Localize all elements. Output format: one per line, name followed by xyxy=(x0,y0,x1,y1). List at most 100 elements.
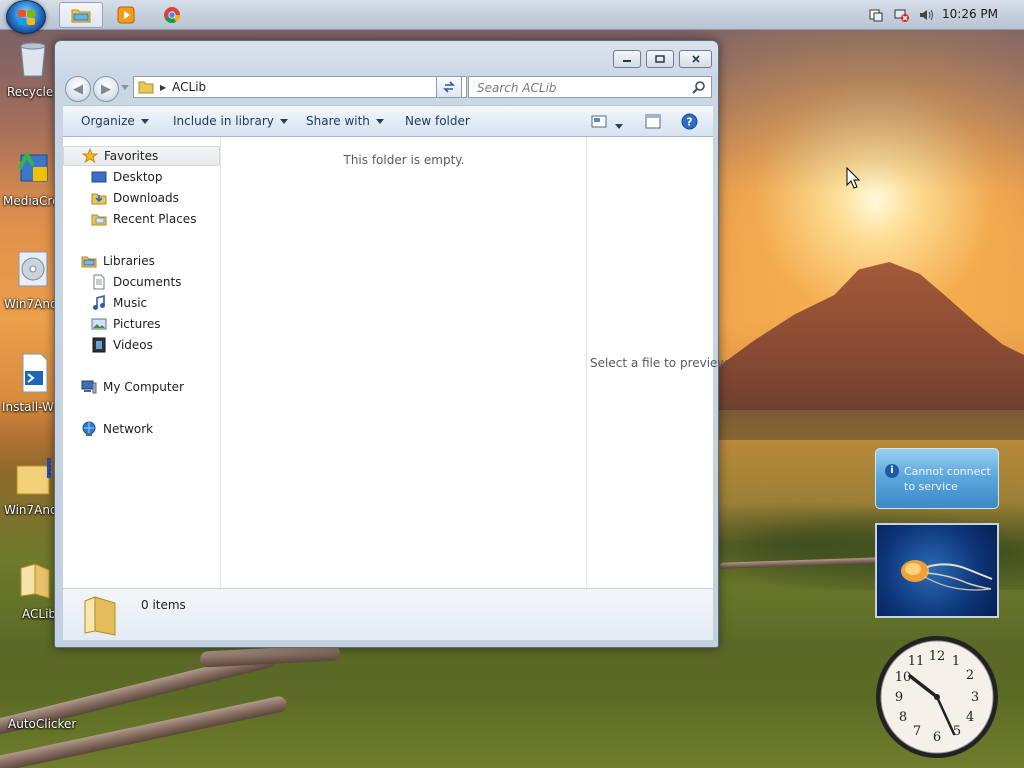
nav-videos[interactable]: Videos xyxy=(63,335,220,355)
network-error-icon[interactable] xyxy=(894,7,910,23)
share-with-label: Share with xyxy=(306,114,370,128)
preview-pane-toggle[interactable] xyxy=(645,114,661,132)
downloads-icon xyxy=(91,193,107,205)
volume-icon[interactable] xyxy=(918,7,934,23)
nav-my-computer-label: My Computer xyxy=(103,380,184,394)
forward-button[interactable]: ▶ xyxy=(93,76,119,102)
clock-number: 8 xyxy=(899,710,907,725)
folder-icon xyxy=(84,596,116,636)
taskbar-clock[interactable]: 10:26 PM xyxy=(942,7,998,21)
nav-libraries-label: Libraries xyxy=(103,254,155,268)
organize-button[interactable]: Organize xyxy=(81,114,149,128)
feed-gadget[interactable]: i Cannot connect to service xyxy=(875,448,999,509)
slideshow-gadget[interactable] xyxy=(875,523,999,618)
nav-recent-places-label: Recent Places xyxy=(113,212,197,226)
chevron-down-icon xyxy=(615,124,623,129)
back-arrow-icon: ◀ xyxy=(73,81,83,97)
close-icon xyxy=(691,55,700,63)
windows-flag-icon xyxy=(18,10,36,26)
recent-pages-dropdown[interactable] xyxy=(121,85,129,90)
nav-pictures[interactable]: Pictures xyxy=(63,314,220,334)
share-with-button[interactable]: Share with xyxy=(306,114,384,128)
pictures-icon xyxy=(91,318,107,330)
taskbar-media-player-button[interactable] xyxy=(104,2,148,28)
start-button[interactable] xyxy=(6,0,46,34)
navigation-pane[interactable]: Favorites Desktop Downloads Recent Place… xyxy=(63,137,221,588)
help-icon: ? xyxy=(681,113,698,130)
action-center-icon[interactable] xyxy=(868,7,884,23)
nav-favorites[interactable]: Favorites xyxy=(63,146,220,166)
preview-pane: Select a file to preview. xyxy=(586,137,730,588)
nav-music[interactable]: Music xyxy=(63,293,220,313)
nav-documents[interactable]: Documents xyxy=(63,272,220,292)
breadcrumb-separator-icon[interactable]: ▶ xyxy=(160,83,166,92)
navigation-bar: ◀ ▶ ▶ ACLib Search ACLib xyxy=(63,75,713,102)
nav-downloads[interactable]: Downloads xyxy=(63,188,220,208)
address-text[interactable]: ACLib xyxy=(172,80,206,94)
nav-videos-label: Videos xyxy=(113,338,153,352)
empty-folder-message: This folder is empty. xyxy=(343,153,465,167)
svg-text:?: ? xyxy=(686,116,692,129)
details-pane: 0 items xyxy=(63,588,713,640)
include-in-library-button[interactable]: Include in library xyxy=(173,114,288,128)
taskbar-explorer-button[interactable] xyxy=(59,2,103,28)
mouse-cursor-icon xyxy=(846,167,860,189)
folder-icon xyxy=(20,563,50,599)
media-creation-tool-icon xyxy=(17,151,48,182)
feed-error-line2: to service xyxy=(904,480,958,493)
zip-folder-icon: Z xyxy=(16,458,61,495)
help-button[interactable]: ? xyxy=(681,113,698,133)
view-icon xyxy=(591,115,607,128)
clock-number: 10 xyxy=(895,670,912,685)
new-folder-button[interactable]: New folder xyxy=(405,114,470,128)
nav-my-computer[interactable]: My Computer xyxy=(63,377,220,397)
clock-number: 6 xyxy=(933,730,941,745)
nav-network-label: Network xyxy=(103,422,154,436)
nav-libraries[interactable]: Libraries xyxy=(63,251,220,271)
explorer-window[interactable]: ◀ ▶ ▶ ACLib Search ACLib Organize Includ… xyxy=(54,40,730,648)
nav-music-label: Music xyxy=(113,296,148,310)
include-in-library-label: Include in library xyxy=(173,114,274,128)
refresh-button[interactable] xyxy=(436,76,462,98)
chrome-icon xyxy=(164,7,180,23)
disc-image-icon xyxy=(18,251,48,287)
nav-desktop[interactable]: Desktop xyxy=(63,167,220,187)
clock-number: 3 xyxy=(971,690,979,705)
change-view-button[interactable] xyxy=(591,115,607,131)
file-list-pane[interactable]: This folder is empty. xyxy=(222,137,586,588)
videos-icon xyxy=(92,337,106,353)
maximize-button[interactable] xyxy=(646,50,674,68)
clock-number: 12 xyxy=(929,649,946,664)
network-icon xyxy=(82,421,96,436)
more-views-dropdown[interactable] xyxy=(615,119,623,133)
desktop-icon xyxy=(91,171,107,183)
clock-gadget[interactable]: 12 1 2 3 4 5 6 7 8 9 10 11 xyxy=(874,634,1000,760)
windows-explorer-icon xyxy=(71,9,91,23)
item-count: 0 items xyxy=(141,598,186,612)
desktop-icon-autoclicker[interactable]: AutoClicker xyxy=(0,717,78,731)
nav-favorites-label: Favorites xyxy=(104,149,159,163)
nav-network[interactable]: Network xyxy=(63,419,220,439)
star-icon xyxy=(82,148,98,164)
organize-label: Organize xyxy=(81,114,135,128)
desktop-icon-label: AutoClicker xyxy=(8,717,77,731)
clock-number: 9 xyxy=(895,690,903,705)
libraries-icon xyxy=(81,256,97,268)
address-bar[interactable]: ▶ ACLib xyxy=(133,76,467,98)
search-box[interactable]: Search ACLib xyxy=(468,76,712,98)
preview-pane-icon xyxy=(645,114,661,129)
close-button[interactable] xyxy=(679,50,712,68)
minimize-button[interactable] xyxy=(613,50,641,68)
forward-arrow-icon: ▶ xyxy=(101,81,111,97)
folder-icon xyxy=(138,81,154,94)
nav-pictures-label: Pictures xyxy=(113,317,161,331)
feed-error-line1: Cannot connect xyxy=(904,465,991,478)
search-icon[interactable] xyxy=(692,80,706,94)
chevron-down-icon xyxy=(375,119,384,124)
nav-recent-places[interactable]: Recent Places xyxy=(63,209,220,229)
preview-message: Select a file to preview. xyxy=(590,356,730,370)
search-input[interactable]: Search ACLib xyxy=(477,81,557,95)
back-button[interactable]: ◀ xyxy=(65,76,91,102)
taskbar-chrome-button[interactable] xyxy=(150,2,194,28)
jellyfish-photo xyxy=(901,560,993,591)
